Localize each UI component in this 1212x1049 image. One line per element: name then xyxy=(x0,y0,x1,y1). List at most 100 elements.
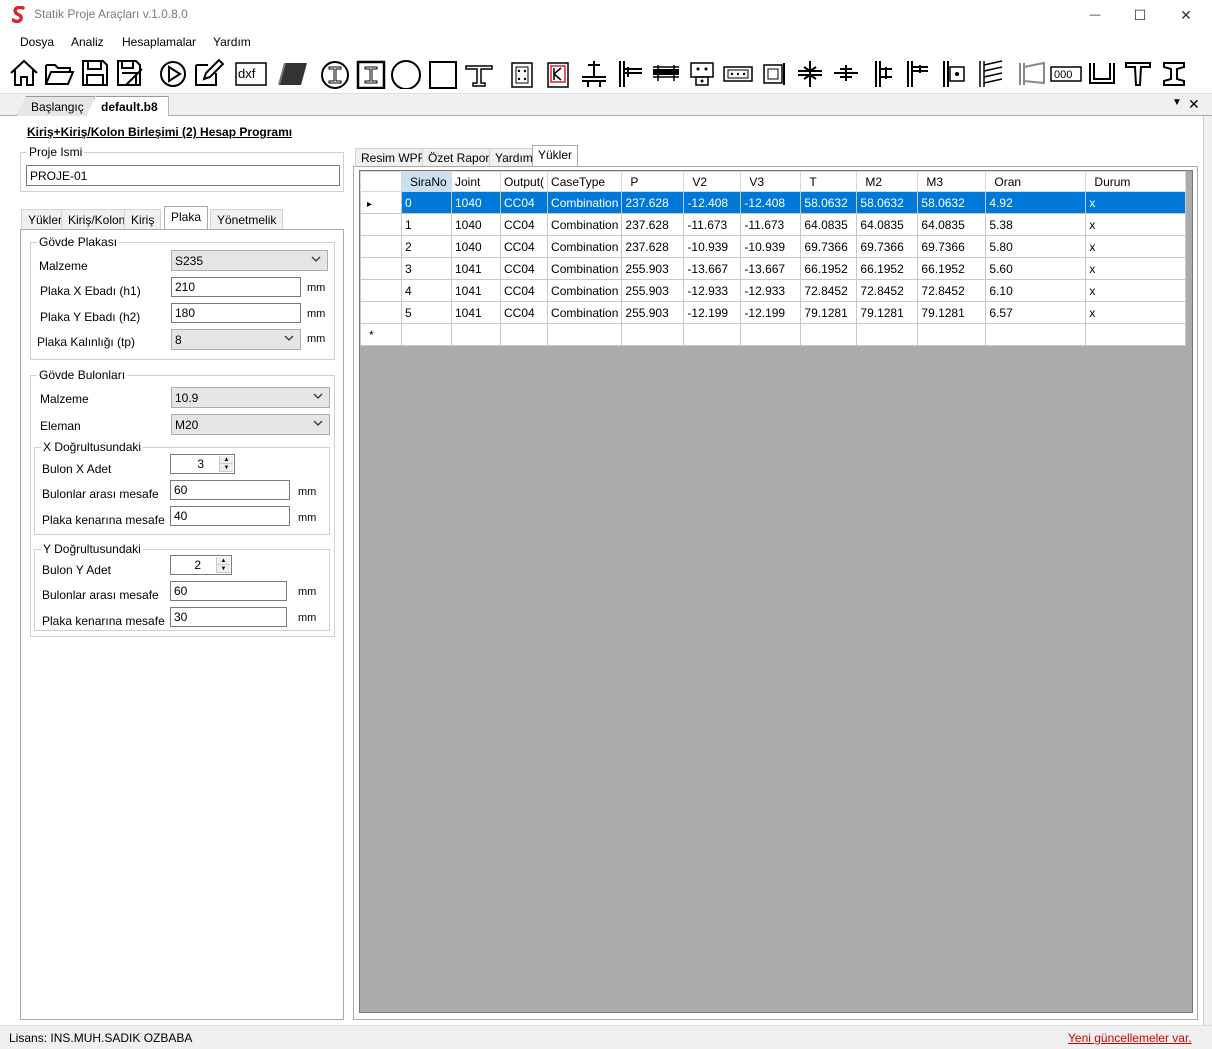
bulon-x-adet-stepper[interactable]: 3 ▲ ▼ xyxy=(170,454,235,474)
i-section-circle-icon[interactable] xyxy=(319,57,351,89)
table-cell[interactable]: 1040 xyxy=(451,213,501,236)
doc-menu-dropdown-icon[interactable]: ▼ xyxy=(1172,97,1182,108)
column-header[interactable]: Joint xyxy=(451,171,501,192)
doc-close-icon[interactable]: ✕ xyxy=(1188,96,1200,113)
stepper-up-icon[interactable]: ▲ xyxy=(220,456,233,464)
table-cell[interactable]: -13.667 xyxy=(740,257,802,280)
square-section-icon[interactable] xyxy=(427,57,459,89)
table-cell[interactable]: 79.1281 xyxy=(800,301,858,324)
column-header[interactable]: V2 xyxy=(683,171,742,192)
connection-4-icon[interactable] xyxy=(614,57,646,89)
table-cell[interactable]: -13.667 xyxy=(683,257,742,280)
table-cell[interactable]: 58.0632 xyxy=(917,191,987,214)
table-cell[interactable]: 64.0835 xyxy=(800,213,858,236)
connection-8-icon[interactable] xyxy=(758,57,790,89)
menu-analiz[interactable]: Analiz xyxy=(71,35,104,49)
table-cell[interactable] xyxy=(621,323,685,346)
table-cell[interactable]: 4 xyxy=(401,279,452,302)
bulon-malzeme-select[interactable]: 10.9 xyxy=(171,387,330,408)
column-header[interactable]: T xyxy=(800,171,858,192)
bulon-eleman-select[interactable]: M20 xyxy=(171,414,330,435)
table-cell[interactable]: CC04 xyxy=(499,191,549,214)
doc-tab-baslangic[interactable]: Başlangıç xyxy=(16,96,95,116)
connection-14-icon[interactable] xyxy=(974,57,1006,89)
stepper-down-icon[interactable]: ▼ xyxy=(217,565,230,573)
connection-16-icon[interactable]: 000 xyxy=(1050,57,1082,89)
table-cell[interactable]: 255.903 xyxy=(621,279,685,302)
save-icon[interactable] xyxy=(79,57,111,89)
update-link[interactable]: Yeni güncellemeler var. xyxy=(1068,1031,1192,1045)
dxf-icon[interactable]: dxf xyxy=(235,57,267,89)
home-icon[interactable] xyxy=(8,57,40,89)
x-mesafe-input[interactable] xyxy=(170,480,290,500)
table-cell[interactable]: -12.199 xyxy=(683,301,742,324)
table-cell[interactable]: 66.1952 xyxy=(856,257,919,280)
connection-10-icon[interactable] xyxy=(830,57,862,89)
menu-hesaplamalar[interactable]: Hesaplamalar xyxy=(122,35,196,49)
table-cell[interactable]: -12.408 xyxy=(683,191,742,214)
table-cell[interactable]: 5.80 xyxy=(985,235,1087,258)
table-cell[interactable] xyxy=(1085,323,1187,346)
plaka-h1-input[interactable] xyxy=(171,277,301,297)
table-cell[interactable]: Combination xyxy=(547,257,623,280)
table-cell[interactable]: -12.933 xyxy=(683,279,742,302)
connection-9-icon[interactable] xyxy=(794,57,826,89)
table-row[interactable]: 3 1041 CC04 Combination 255.903 -13.667 -13.66… xyxy=(360,257,1187,280)
close-window-button[interactable]: ✕ xyxy=(1163,0,1209,30)
table-cell[interactable]: 69.7366 xyxy=(800,235,858,258)
table-cell[interactable]: 4.92 xyxy=(985,191,1087,214)
table-cell[interactable]: 79.1281 xyxy=(917,301,987,324)
table-cell[interactable]: Combination xyxy=(547,279,623,302)
table-cell[interactable] xyxy=(917,323,987,346)
column-header[interactable]: M3 xyxy=(917,171,987,192)
connection-15-icon[interactable] xyxy=(1016,57,1048,89)
table-cell[interactable] xyxy=(683,323,742,346)
table-row[interactable]: 1 1040 CC04 Combination 237.628 -11.673 -11.67… xyxy=(360,213,1187,236)
new-row[interactable]: * xyxy=(360,323,1187,346)
table-cell[interactable]: 1040 xyxy=(451,235,501,258)
t-beam-icon[interactable] xyxy=(463,57,495,89)
table-cell[interactable]: Combination xyxy=(547,191,623,214)
table-cell[interactable]: 72.8452 xyxy=(917,279,987,302)
table-cell[interactable]: 237.628 xyxy=(621,213,685,236)
column-header[interactable]: V3 xyxy=(740,171,802,192)
column-header[interactable]: M2 xyxy=(856,171,919,192)
column-header[interactable]: Oran xyxy=(985,171,1087,192)
table-cell[interactable]: 1041 xyxy=(451,279,501,302)
i-section-icon[interactable] xyxy=(1158,57,1190,89)
tab-ozet-rapor[interactable]: Özet Rapor xyxy=(422,148,496,166)
table-cell[interactable]: 69.7366 xyxy=(856,235,919,258)
connection-7-icon[interactable] xyxy=(722,57,754,89)
table-cell[interactable]: 0 xyxy=(401,191,452,214)
table-cell[interactable]: 237.628 xyxy=(621,191,685,214)
table-cell[interactable] xyxy=(451,323,501,346)
row-header[interactable] xyxy=(360,301,402,324)
connection-2-icon[interactable] xyxy=(542,57,574,89)
connection-12-icon[interactable] xyxy=(902,57,934,89)
table-cell[interactable]: 64.0835 xyxy=(917,213,987,236)
open-folder-icon[interactable] xyxy=(43,57,75,89)
table-cell[interactable] xyxy=(499,323,549,346)
table-cell[interactable]: x xyxy=(1085,279,1187,302)
plaka-malzeme-select[interactable]: S235 xyxy=(171,250,328,271)
y-kenar-input[interactable] xyxy=(170,607,287,627)
row-header[interactable]: ▸ xyxy=(360,191,402,214)
tab-yonetmelik[interactable]: Yönetmelik xyxy=(210,209,284,229)
run-icon[interactable] xyxy=(157,57,189,89)
row-header[interactable] xyxy=(360,257,402,280)
t-section-icon[interactable] xyxy=(1122,57,1154,89)
table-cell[interactable]: 1040 xyxy=(451,191,501,214)
plaka-h2-input[interactable] xyxy=(171,303,301,323)
table-cell[interactable]: Combination xyxy=(547,301,623,324)
column-header[interactable]: Output( xyxy=(499,171,549,192)
table-cell[interactable]: 1041 xyxy=(451,257,501,280)
table-cell[interactable]: 72.8452 xyxy=(856,279,919,302)
tab-yukler-right[interactable]: Yükler xyxy=(532,145,579,166)
y-mesafe-input[interactable] xyxy=(170,581,287,601)
table-cell[interactable]: Combination xyxy=(547,235,623,258)
table-cell[interactable]: x xyxy=(1085,213,1187,236)
table-cell[interactable]: 72.8452 xyxy=(800,279,858,302)
stepper-up-icon[interactable]: ▲ xyxy=(217,557,230,565)
table-cell[interactable]: 66.1952 xyxy=(800,257,858,280)
table-cell[interactable]: 79.1281 xyxy=(856,301,919,324)
